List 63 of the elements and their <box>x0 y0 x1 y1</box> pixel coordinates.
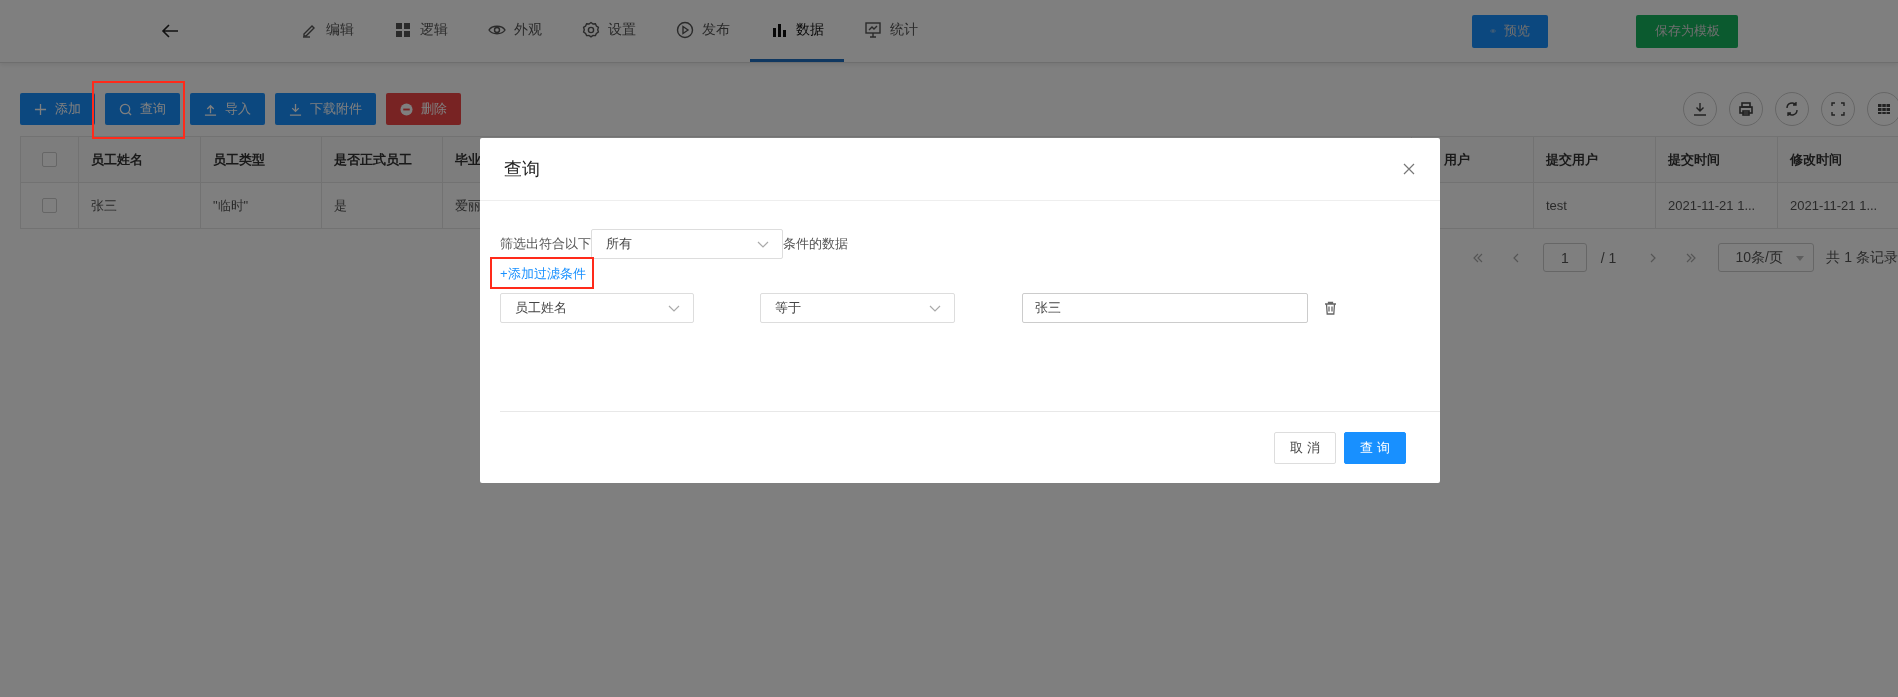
column-header: 员工姓名 <box>79 137 201 183</box>
refresh-button[interactable] <box>1775 92 1809 126</box>
preview-button[interactable]: 预览 <box>1472 14 1548 48</box>
close-icon[interactable] <box>1402 162 1416 176</box>
printer-icon <box>1738 101 1754 117</box>
play-icon <box>676 20 694 39</box>
add-filter-link[interactable]: +添加过滤条件 <box>500 265 586 283</box>
download-attachments-button[interactable]: 下载附件 <box>275 93 376 125</box>
field-select[interactable]: 员工姓名 <box>500 293 694 323</box>
plus-icon <box>34 102 47 116</box>
nav-tab[interactable]: 逻辑 <box>374 0 468 62</box>
first-page-icon <box>1471 251 1484 264</box>
nav-tab[interactable]: 统计 <box>844 0 938 62</box>
print-button[interactable] <box>1729 92 1763 126</box>
chart-board-icon <box>864 20 882 39</box>
table-cell: 张三 <box>79 183 201 229</box>
download-icon <box>289 102 302 116</box>
page-total: / 1 <box>1600 249 1617 266</box>
fullscreen-icon <box>1830 101 1846 117</box>
table-cell: 2021-11-21 1... <box>1778 183 1898 229</box>
table-cell: "临时" <box>201 183 322 229</box>
download-icon <box>1692 101 1708 117</box>
refresh-icon <box>1784 101 1800 117</box>
column-header: 提交时间 <box>1656 137 1778 183</box>
match-mode-select[interactable]: 所有 <box>591 229 783 259</box>
download-button[interactable] <box>1683 92 1717 126</box>
column-header: 员工类型 <box>201 137 322 183</box>
nav-tab[interactable]: 数据 <box>750 0 844 62</box>
query-button[interactable]: 查 询 <box>1344 431 1406 464</box>
columns-button[interactable] <box>1867 92 1898 126</box>
filter-label: 筛选出符合以下 <box>500 235 591 253</box>
search-icon <box>119 102 132 116</box>
column-header: 提交用户 <box>1534 137 1656 183</box>
nav-tab[interactable]: 编辑 <box>280 0 374 62</box>
trash-icon[interactable] <box>1324 301 1337 315</box>
cancel-button[interactable]: 取 消 <box>1274 431 1336 464</box>
nav-tab[interactable]: 设置 <box>562 0 656 62</box>
record-count: 共 1 条记录 <box>1826 248 1898 267</box>
page-size-select[interactable]: 10条/页 <box>1718 243 1815 272</box>
fullscreen-button[interactable] <box>1821 92 1855 126</box>
delete-button[interactable]: 删除 <box>386 93 461 125</box>
column-header: 是否正式员工 <box>322 137 443 183</box>
table-cell: test <box>1534 183 1656 229</box>
nav-tab[interactable]: 外观 <box>468 0 562 62</box>
search-button[interactable]: 查询 <box>105 93 180 125</box>
page-input[interactable]: 1 <box>1542 243 1587 272</box>
checkbox[interactable] <box>42 198 57 213</box>
value-field[interactable]: 张三 <box>1022 293 1308 323</box>
import-button[interactable]: 导入 <box>190 93 265 125</box>
gear-icon <box>582 20 600 39</box>
filter-label: 条件的数据 <box>783 235 848 253</box>
operator-select[interactable]: 等于 <box>760 293 955 323</box>
nav-tab[interactable]: 发布 <box>656 0 750 62</box>
grid-icon <box>394 20 412 39</box>
upload-icon <box>204 102 217 116</box>
add-button[interactable]: 添加 <box>20 93 95 125</box>
table-cell: 2021-11-21 1... <box>1656 183 1778 229</box>
last-page-icon <box>1685 251 1698 264</box>
checkbox[interactable] <box>42 152 57 167</box>
table-cell: 是 <box>322 183 443 229</box>
minus-circle-icon <box>400 102 413 116</box>
grid-icon <box>1876 101 1892 117</box>
dialog-title: 查询 <box>504 158 540 181</box>
